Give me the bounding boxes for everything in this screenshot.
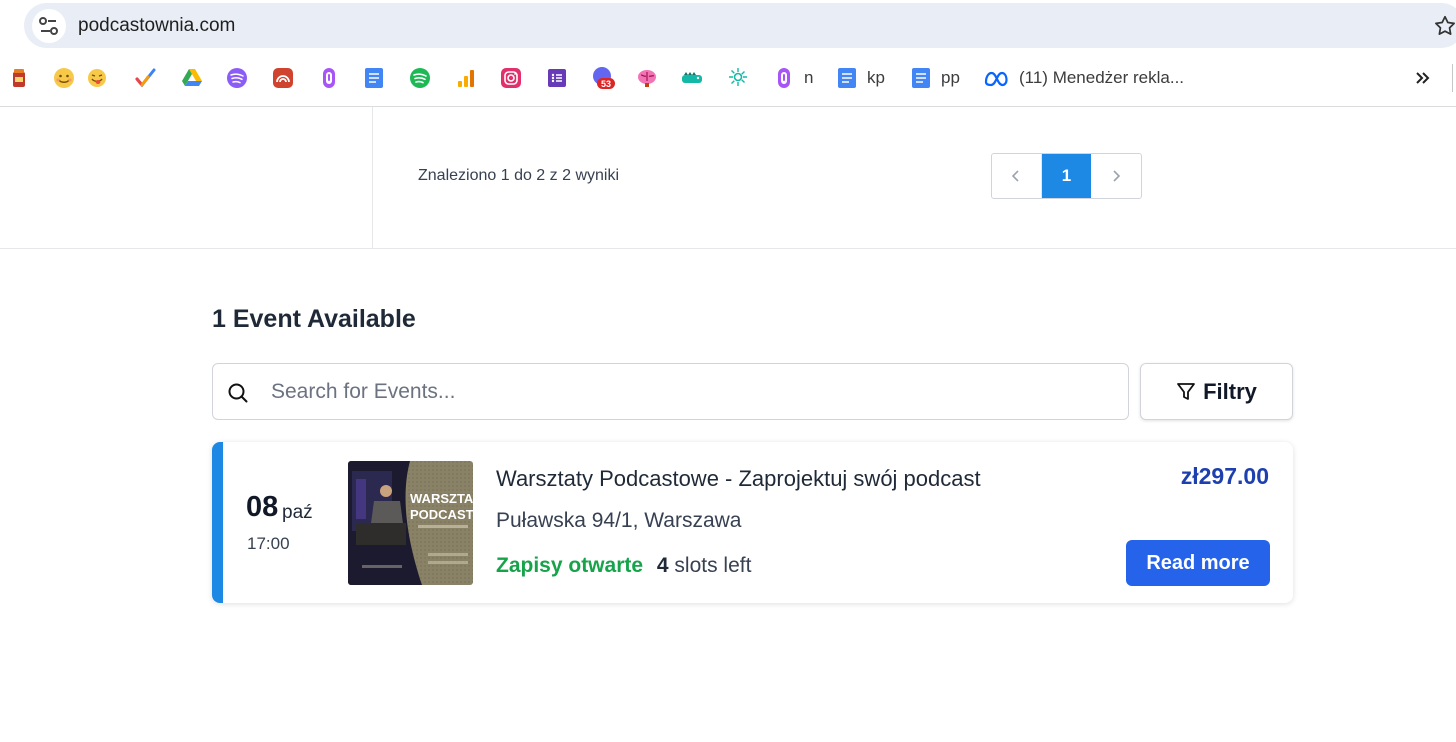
- results-summary: Znaleziono 1 do 2 z 2 wyniki: [418, 167, 619, 184]
- smiley-icon: [54, 68, 74, 88]
- brain-icon: [638, 70, 656, 87]
- instagram-icon: [501, 68, 521, 88]
- bookmark-label: kp: [867, 68, 885, 87]
- url-text[interactable]: podcastownia.com: [78, 15, 235, 37]
- filter-button[interactable]: Filtry: [1140, 363, 1293, 420]
- bookmark-item[interactable]: [546, 64, 568, 92]
- bookmark-item[interactable]: [455, 64, 477, 92]
- slots-count: 4: [656, 554, 669, 577]
- podcast-red-icon: [273, 68, 293, 88]
- bookmark-item[interactable]: [636, 64, 658, 92]
- bookmark-item[interactable]: [318, 64, 340, 92]
- bookmark-item[interactable]: [363, 64, 385, 92]
- spotify-icon: [410, 68, 430, 88]
- slots-label: slots left: [674, 554, 752, 577]
- bookmarks-bar: 53 n kp pp (11) Menedżer rekla...: [0, 56, 1456, 100]
- section-divider: [0, 248, 1456, 249]
- chrome-divider: [0, 106, 1456, 107]
- bookmark-item[interactable]: [53, 64, 75, 92]
- read-more-button[interactable]: Read more: [1126, 540, 1270, 586]
- column-divider: [372, 107, 373, 248]
- site-info-icon[interactable]: [32, 9, 66, 43]
- event-time: 17:00: [247, 534, 290, 553]
- card-accent-bar: [212, 442, 223, 603]
- bookmark-item[interactable]: kp: [836, 64, 885, 92]
- bookmark-item[interactable]: 53: [591, 64, 615, 92]
- address-bar[interactable]: podcastownia.com: [24, 3, 1456, 48]
- tongue-emoji-icon: [88, 69, 106, 87]
- sparkle-icon: [729, 68, 747, 86]
- page-number-button[interactable]: 1: [1041, 154, 1092, 198]
- badge-count: 53: [601, 79, 611, 89]
- bookmarks-overflow-button[interactable]: [1412, 64, 1434, 92]
- forms-icon: [548, 69, 566, 87]
- checkmark-icon: [135, 68, 156, 88]
- bookmark-item[interactable]: [681, 64, 703, 92]
- prev-page-button[interactable]: [992, 154, 1042, 198]
- notification-badge-icon: 53: [593, 67, 615, 89]
- spotify-purple-icon: [227, 68, 247, 88]
- analytics-icon: [458, 70, 474, 87]
- podcasts-purple-icon: [778, 68, 790, 88]
- google-drive-icon: [182, 69, 202, 86]
- bookmark-item[interactable]: [86, 64, 108, 92]
- events-heading: 1 Event Available: [212, 305, 416, 333]
- chevron-left-icon: [1012, 170, 1019, 182]
- bookmarks-separator: [1452, 64, 1453, 92]
- bookmark-item[interactable]: (11) Menedżer rekla...: [984, 64, 1184, 92]
- podcasts-purple-icon: [323, 68, 335, 88]
- bookmark-star-icon[interactable]: [1432, 13, 1456, 39]
- bookmark-item[interactable]: pp: [910, 64, 960, 92]
- event-address: Puławska 94/1, Warszawa: [496, 509, 742, 532]
- bookmark-item[interactable]: [409, 64, 431, 92]
- google-docs-icon: [365, 68, 383, 88]
- bookmark-item[interactable]: [226, 64, 248, 92]
- next-page-button[interactable]: [1091, 154, 1141, 198]
- event-month: paź: [282, 502, 313, 523]
- bookmark-item[interactable]: [8, 64, 30, 92]
- event-thumbnail[interactable]: WARSZTA PODCASTO: [348, 461, 473, 585]
- pagination: 1: [991, 153, 1142, 199]
- bookmark-item[interactable]: [500, 64, 522, 92]
- event-search-box: [212, 363, 1129, 420]
- jar-icon: [13, 69, 25, 87]
- bookmark-label: pp: [941, 68, 960, 87]
- meta-icon: [984, 71, 1008, 87]
- svg-text:WARSZTA: WARSZTA: [410, 491, 473, 506]
- svg-text:PODCASTO: PODCASTO: [410, 507, 473, 522]
- bookmark-label: (11) Menedżer rekla...: [1019, 68, 1185, 87]
- chevron-right-icon: [1113, 170, 1121, 182]
- double-chevron-right-icon: [1416, 72, 1430, 84]
- search-icon: [228, 383, 248, 403]
- filter-icon: [1177, 382, 1195, 400]
- filter-label: Filtry: [1203, 378, 1257, 404]
- event-card[interactable]: 08 paź 17:00 WARSZTA PODCASTO Warsztaty …: [212, 442, 1293, 603]
- event-status: Zapisy otwarte: [496, 554, 644, 577]
- crocodile-icon: [682, 72, 702, 83]
- event-price: zł297.00: [1180, 463, 1269, 489]
- event-search-input[interactable]: [271, 374, 1111, 410]
- google-docs-icon: [912, 68, 930, 88]
- bookmark-item[interactable]: [727, 64, 749, 92]
- bookmark-item[interactable]: [272, 64, 294, 92]
- bookmark-label: n: [804, 68, 814, 87]
- bookmark-item[interactable]: n: [773, 64, 813, 92]
- event-title[interactable]: Warsztaty Podcastowe - Zaprojektuj swój …: [496, 466, 981, 492]
- bookmark-item[interactable]: [134, 64, 156, 92]
- event-status-row: Zapisy otwarte 4 slots left: [496, 554, 751, 578]
- bookmark-item[interactable]: [181, 64, 203, 92]
- event-day: 08: [246, 491, 279, 523]
- google-docs-icon: [838, 68, 856, 88]
